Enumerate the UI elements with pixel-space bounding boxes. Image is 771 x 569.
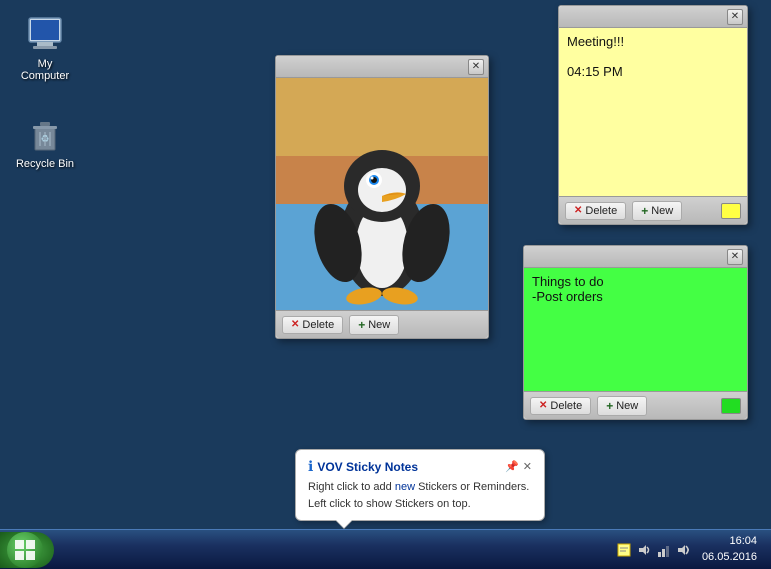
system-tray: 16:04 06.05.2016 bbox=[608, 530, 771, 569]
green-note-footer: ✕ Delete + New bbox=[524, 391, 747, 419]
yellow-delete-icon: ✕ bbox=[574, 205, 582, 216]
yellow-note-content: Meeting!!! 04:15 PM bbox=[559, 28, 747, 196]
yellow-note-new-button[interactable]: + New bbox=[632, 201, 682, 221]
my-computer-icon[interactable]: My Computer bbox=[10, 10, 80, 86]
green-note-delete-button[interactable]: ✕ Delete bbox=[530, 397, 591, 415]
recycle-bin-label: Recycle Bin bbox=[16, 158, 74, 170]
network-icon[interactable] bbox=[656, 542, 672, 558]
clock-date: 06.05.2016 bbox=[702, 550, 757, 565]
svg-text:♻: ♻ bbox=[41, 134, 50, 145]
balloon-pin-button[interactable]: 📌 bbox=[505, 460, 519, 473]
yellow-sticky-note: ✕ Meeting!!! 04:15 PM ✕ Delete + New bbox=[558, 5, 748, 225]
image-delete-label: Delete bbox=[302, 319, 334, 331]
recycle-bin-graphic: ♻ bbox=[25, 114, 65, 154]
sticky-tray-graphic bbox=[616, 542, 632, 558]
penguin-image bbox=[276, 78, 488, 310]
yellow-note-delete-button[interactable]: ✕ Delete bbox=[565, 202, 626, 220]
windows-logo-icon bbox=[13, 538, 37, 562]
green-note-close-button[interactable]: ✕ bbox=[727, 249, 743, 265]
yellow-note-titlebar[interactable]: ✕ bbox=[559, 6, 747, 28]
green-color-swatch[interactable] bbox=[721, 398, 741, 414]
new-plus-icon: + bbox=[358, 318, 365, 332]
balloon-new-link[interactable]: new bbox=[395, 481, 415, 493]
yellow-note-footer: ✕ Delete + New bbox=[559, 196, 747, 224]
image-new-label: New bbox=[368, 319, 390, 331]
info-icon: ℹ bbox=[308, 458, 313, 475]
green-new-label: New bbox=[616, 400, 638, 412]
my-computer-graphic bbox=[25, 14, 65, 54]
balloon-line1: Right click to add new Stickers or Remin… bbox=[308, 481, 529, 493]
balloon-title: VOV Sticky Notes bbox=[317, 460, 501, 474]
green-new-icon: + bbox=[606, 399, 613, 413]
image-close-button[interactable]: ✕ bbox=[468, 59, 484, 75]
balloon-header: ℹ VOV Sticky Notes 📌 ✕ bbox=[308, 458, 532, 475]
start-orb bbox=[7, 532, 43, 568]
image-footer: ✕ Delete + New bbox=[276, 310, 488, 338]
image-window: ✕ bbox=[275, 55, 489, 339]
speaker-graphic bbox=[676, 542, 692, 558]
volume-icon[interactable] bbox=[636, 542, 652, 558]
yellow-note-close-button[interactable]: ✕ bbox=[727, 9, 743, 25]
network-graphic bbox=[656, 542, 672, 558]
start-button[interactable] bbox=[0, 532, 54, 568]
taskbar: 16:04 06.05.2016 bbox=[0, 529, 771, 569]
delete-x-icon: ✕ bbox=[291, 319, 299, 330]
image-delete-button[interactable]: ✕ Delete bbox=[282, 316, 343, 334]
notification-balloon: ℹ VOV Sticky Notes 📌 ✕ Right click to ad… bbox=[295, 449, 545, 521]
image-titlebar[interactable]: ✕ bbox=[276, 56, 488, 78]
green-delete-icon: ✕ bbox=[539, 400, 547, 411]
sticky-notes-tray-icon[interactable] bbox=[616, 542, 632, 558]
green-delete-label: Delete bbox=[550, 400, 582, 412]
balloon-close-button[interactable]: ✕ bbox=[523, 460, 532, 473]
green-sticky-note: ✕ Things to do -Post orders ✕ Delete + N… bbox=[523, 245, 748, 420]
green-note-titlebar[interactable]: ✕ bbox=[524, 246, 747, 268]
yellow-new-label: New bbox=[651, 205, 673, 217]
clock-time: 16:04 bbox=[729, 534, 757, 549]
speaker-icon[interactable] bbox=[676, 542, 692, 558]
yellow-color-swatch[interactable] bbox=[721, 203, 741, 219]
clock[interactable]: 16:04 06.05.2016 bbox=[696, 534, 763, 565]
image-new-button[interactable]: + New bbox=[349, 315, 399, 335]
volume-graphic bbox=[636, 542, 652, 558]
recycle-bin-icon[interactable]: ♻ Recycle Bin bbox=[10, 110, 80, 174]
balloon-line2: Left click to show Stickers on top. bbox=[308, 498, 471, 510]
yellow-new-icon: + bbox=[641, 204, 648, 218]
yellow-delete-label: Delete bbox=[585, 205, 617, 217]
balloon-body: Right click to add new Stickers or Remin… bbox=[308, 479, 532, 512]
green-note-content: Things to do -Post orders bbox=[524, 268, 747, 391]
my-computer-label: My Computer bbox=[14, 58, 76, 82]
green-note-new-button[interactable]: + New bbox=[597, 396, 647, 416]
